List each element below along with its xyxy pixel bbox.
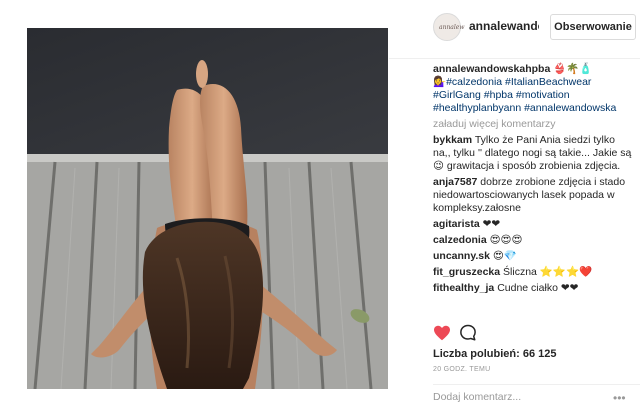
- comment-item: bykkam Tylko że Pani Ania siedzi tylko n…: [433, 134, 633, 173]
- comment-icon[interactable]: [459, 324, 477, 342]
- comment-text: ❤❤: [482, 218, 501, 230]
- comment-item: fithealthy_ja Cudne ciałko ❤❤: [433, 282, 633, 295]
- avatar-text: annalew: [439, 24, 465, 31]
- header-username[interactable]: annalewandow: [469, 19, 539, 33]
- comment-username[interactable]: anja7587: [433, 176, 477, 188]
- post-sidebar: annalew annalewandow Obserwowanie annale…: [389, 0, 640, 414]
- comment-item: anja7587 dobrze zrobione zdjęcia i stado…: [433, 176, 633, 215]
- comment-username[interactable]: fithealthy_ja: [433, 282, 494, 294]
- comment-text: Śliczna ⭐⭐⭐❤️: [503, 266, 593, 278]
- action-bar: [433, 323, 633, 343]
- caption-tags[interactable]: 💁‍♀️#calzedonia #ItalianBeachwear #GirlG…: [433, 76, 616, 114]
- add-comment-input[interactable]: [433, 391, 583, 403]
- comment-username[interactable]: calzedonia: [433, 234, 487, 246]
- avatar[interactable]: annalew: [433, 13, 465, 41]
- more-options-icon[interactable]: •••: [613, 391, 626, 405]
- caption-username[interactable]: annalewandowskahpba: [433, 63, 550, 75]
- comment-item: agitarista ❤❤: [433, 218, 633, 231]
- post-timestamp[interactable]: 20 GODZ. TEMU: [433, 366, 490, 373]
- likes-count[interactable]: Liczba polubień: 66 125: [433, 348, 556, 360]
- caption: annalewandowskahpba 👙🌴🧴 💁‍♀️#calzedonia …: [433, 63, 633, 115]
- comment-text: 😍💎: [492, 250, 517, 262]
- comment-text: 😍😍😍: [489, 234, 523, 246]
- comment-item: uncanny.sk 😍💎: [433, 250, 633, 263]
- comment-item: fit_gruszecka Śliczna ⭐⭐⭐❤️: [433, 266, 633, 279]
- post-header: annalew annalewandow Obserwowanie: [389, 0, 640, 59]
- post-photo[interactable]: [27, 28, 388, 389]
- comment-username[interactable]: fit_gruszecka: [433, 266, 500, 278]
- comment-item: calzedonia 😍😍😍: [433, 234, 633, 247]
- following-button[interactable]: Obserwowanie: [550, 14, 636, 40]
- comment-username[interactable]: bykkam: [433, 134, 472, 146]
- comment-username[interactable]: agitarista: [433, 218, 480, 230]
- caption-emoji: 👙🌴🧴: [553, 63, 593, 75]
- comment-username[interactable]: uncanny.sk: [433, 250, 490, 262]
- photo-illustration: [27, 28, 388, 389]
- load-more-comments-link[interactable]: załaduj więcej komentarzy: [433, 118, 633, 131]
- comments-section: annalewandowskahpba 👙🌴🧴 💁‍♀️#calzedonia …: [433, 63, 633, 298]
- comment-text: Cudne ciałko ❤❤: [497, 282, 579, 294]
- heart-icon[interactable]: [433, 325, 451, 341]
- add-comment-bar: •••: [433, 384, 640, 415]
